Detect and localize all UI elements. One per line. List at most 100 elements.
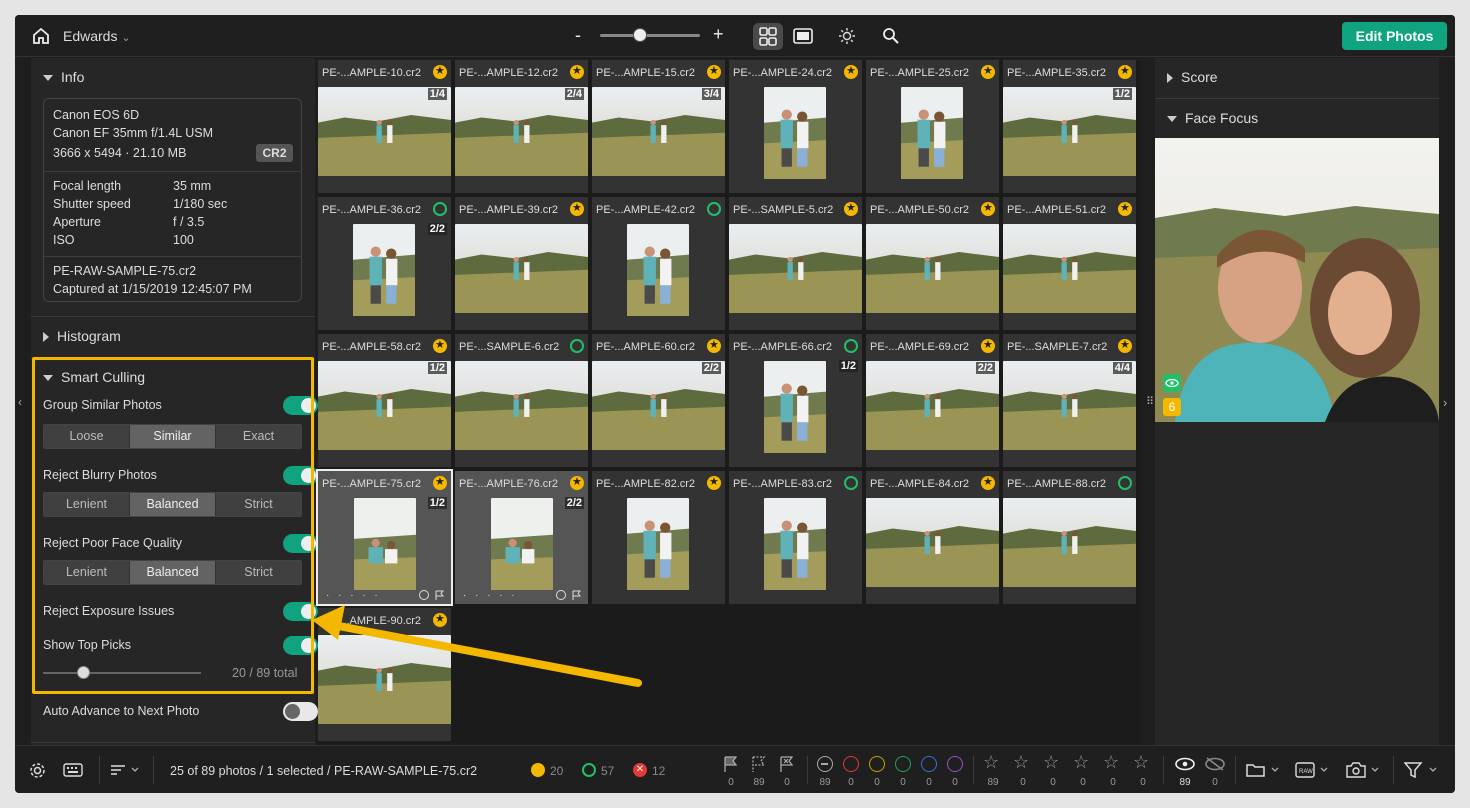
photo-cell[interactable]: PE-...AMPLE-83.cr2: [729, 471, 862, 604]
reject-flag-icon[interactable]: [778, 755, 796, 773]
filter-funnel-icon[interactable]: [1404, 762, 1440, 778]
photo-cell[interactable]: PE-...AMPLE-50.cr2: [866, 197, 999, 330]
home-icon[interactable]: [31, 26, 51, 46]
sort-icon[interactable]: [110, 763, 142, 777]
photo-filename: PE-...AMPLE-69.cr2: [870, 341, 970, 353]
star-badge-icon: [981, 475, 995, 490]
three-star-count: 0: [1080, 777, 1086, 788]
toolbar-separator: [807, 756, 808, 784]
pick-badge-icon: [844, 476, 858, 490]
rating-dots[interactable]: · · · · ·: [326, 590, 381, 601]
photo-thumbnail: [764, 361, 826, 453]
lens-model: Canon EF 35mm f/1.4L USM: [53, 126, 214, 140]
photo-cell[interactable]: PE-...SAMPLE-6.cr2: [455, 334, 588, 467]
photo-grid: PE-...AMPLE-10.cr2 1/4 PE-...AMPLE-12.cr2 2…: [316, 60, 1140, 745]
search-icon[interactable]: [881, 26, 901, 46]
flag-icon[interactable]: [572, 590, 582, 601]
photo-cell[interactable]: PE-...AMPLE-58.cr2 1/2: [318, 334, 451, 467]
face-focus-header[interactable]: Face Focus: [1167, 110, 1258, 126]
folder-icon[interactable]: [1246, 762, 1282, 778]
panel-resize-handle-icon[interactable]: ⠿: [1146, 395, 1154, 408]
star-badge-icon: [1118, 64, 1132, 79]
keyboard-icon[interactable]: [63, 763, 83, 777]
library-selector[interactable]: Edwards ⌄: [63, 28, 131, 44]
photo-thumbnail: [866, 361, 999, 450]
photo-cell[interactable]: PE-...AMPLE-36.cr2 2/2: [318, 197, 451, 330]
rating-dots[interactable]: · · · · ·: [463, 590, 518, 601]
photo-cell[interactable]: PE-...AMPLE-60.cr2 2/2: [592, 334, 725, 467]
shutter-speed-value: 1/180 sec: [173, 197, 228, 211]
color-label-icon[interactable]: [556, 590, 566, 600]
photo-cell[interactable]: PE-...AMPLE-10.cr2 1/4: [318, 60, 451, 193]
photo-cell[interactable]: PE-...AMPLE-84.cr2: [866, 471, 999, 604]
no-color-label-icon[interactable]: [817, 756, 833, 772]
collapse-right-panel-icon[interactable]: ›: [1443, 395, 1447, 410]
photo-cell[interactable]: PE-...SAMPLE-7.cr2 4/4: [1003, 334, 1136, 467]
green-label-icon[interactable]: [895, 756, 911, 772]
flag-icon[interactable]: [435, 590, 445, 601]
purple-label-icon[interactable]: [947, 756, 963, 772]
camera-icon[interactable]: [1346, 761, 1382, 779]
brightness-icon[interactable]: [837, 26, 857, 46]
photo-cell[interactable]: PE-...AMPLE-75.cr2 1/2 · · · · ·: [316, 469, 453, 606]
photo-cell[interactable]: PE-...AMPLE-35.cr2 1/2: [1003, 60, 1136, 193]
yellow-label-icon[interactable]: [869, 756, 885, 772]
photo-cell[interactable]: PE-...AMPLE-12.cr2 2/4: [455, 60, 588, 193]
grid-view-button[interactable]: [753, 23, 783, 50]
photo-cell[interactable]: PE-...AMPLE-88.cr2: [1003, 471, 1136, 604]
stack-indicator: 1/2: [838, 360, 858, 372]
collapse-left-panel-icon[interactable]: ‹: [18, 395, 22, 409]
zoom-slider-handle[interactable]: [633, 28, 647, 42]
three-star-icon[interactable]: ☆: [1073, 752, 1089, 773]
photo-filename: PE-...AMPLE-12.cr2: [459, 67, 559, 79]
photo-cell[interactable]: PE-...AMPLE-69.cr2 2/2: [866, 334, 999, 467]
photo-cell[interactable]: PE-...SAMPLE-5.cr2: [729, 197, 862, 330]
photo-cell[interactable]: PE-...AMPLE-15.cr2 3/4: [592, 60, 725, 193]
zoom-slider[interactable]: [600, 34, 700, 37]
histogram-header[interactable]: Histogram: [43, 328, 121, 344]
eye-icon[interactable]: [1174, 757, 1196, 771]
blue-label-count: 0: [926, 777, 932, 788]
library-name: Edwards: [63, 28, 118, 44]
smart-culling-highlight: [32, 357, 314, 694]
star-badge-icon: [844, 201, 858, 216]
flag-filled-icon[interactable]: [722, 755, 740, 773]
yellow-label-count: 0: [874, 777, 880, 788]
photo-cell[interactable]: PE-...AMPLE-39.cr2: [455, 197, 588, 330]
photo-thumbnail: [1003, 224, 1136, 313]
photo-cell[interactable]: PE-...AMPLE-90.cr2: [318, 608, 451, 741]
shutter-speed-label: Shutter speed: [53, 197, 131, 211]
selection-summary: 25 of 89 photos / 1 selected / PE-RAW-SA…: [170, 764, 478, 778]
eye-closed-icon[interactable]: [1204, 757, 1226, 771]
photo-cell[interactable]: PE-...AMPLE-82.cr2: [592, 471, 725, 604]
five-star-icon[interactable]: ☆: [1133, 752, 1149, 773]
zoom-in-button[interactable]: +: [713, 24, 724, 45]
no-star-icon[interactable]: ☆: [983, 752, 999, 773]
four-star-count: 0: [1110, 777, 1116, 788]
photo-thumbnail: [627, 224, 689, 316]
photo-thumbnail: [455, 361, 588, 450]
edit-photos-button[interactable]: Edit Photos: [1342, 22, 1447, 50]
photo-cell[interactable]: PE-...AMPLE-25.cr2: [866, 60, 999, 193]
raw-filter-icon[interactable]: RAW: [1295, 761, 1331, 779]
photo-cell[interactable]: PE-...AMPLE-76.cr2 2/2 · · · · ·: [455, 471, 588, 604]
two-star-icon[interactable]: ☆: [1043, 752, 1059, 773]
color-label-icon[interactable]: [419, 590, 429, 600]
photo-cell[interactable]: PE-...AMPLE-51.cr2: [1003, 197, 1136, 330]
red-label-icon[interactable]: [843, 756, 859, 772]
photo-cell[interactable]: PE-...AMPLE-66.cr2 1/2: [729, 334, 862, 467]
photo-cell[interactable]: PE-...AMPLE-42.cr2: [592, 197, 725, 330]
four-star-icon[interactable]: ☆: [1103, 752, 1119, 773]
zoom-out-button[interactable]: -: [575, 25, 581, 46]
settings-gear-icon[interactable]: [29, 762, 46, 779]
score-header[interactable]: Score: [1167, 69, 1218, 85]
photo-thumbnail: [318, 635, 451, 724]
stack-indicator: 2/2: [564, 497, 584, 509]
blue-label-icon[interactable]: [921, 756, 937, 772]
unflagged-icon[interactable]: [750, 755, 768, 773]
single-view-icon[interactable]: [791, 25, 815, 47]
info-header[interactable]: Info: [43, 69, 84, 85]
one-star-icon[interactable]: ☆: [1013, 752, 1029, 773]
auto-advance-toggle[interactable]: [283, 702, 318, 721]
photo-cell[interactable]: PE-...AMPLE-24.cr2: [729, 60, 862, 193]
